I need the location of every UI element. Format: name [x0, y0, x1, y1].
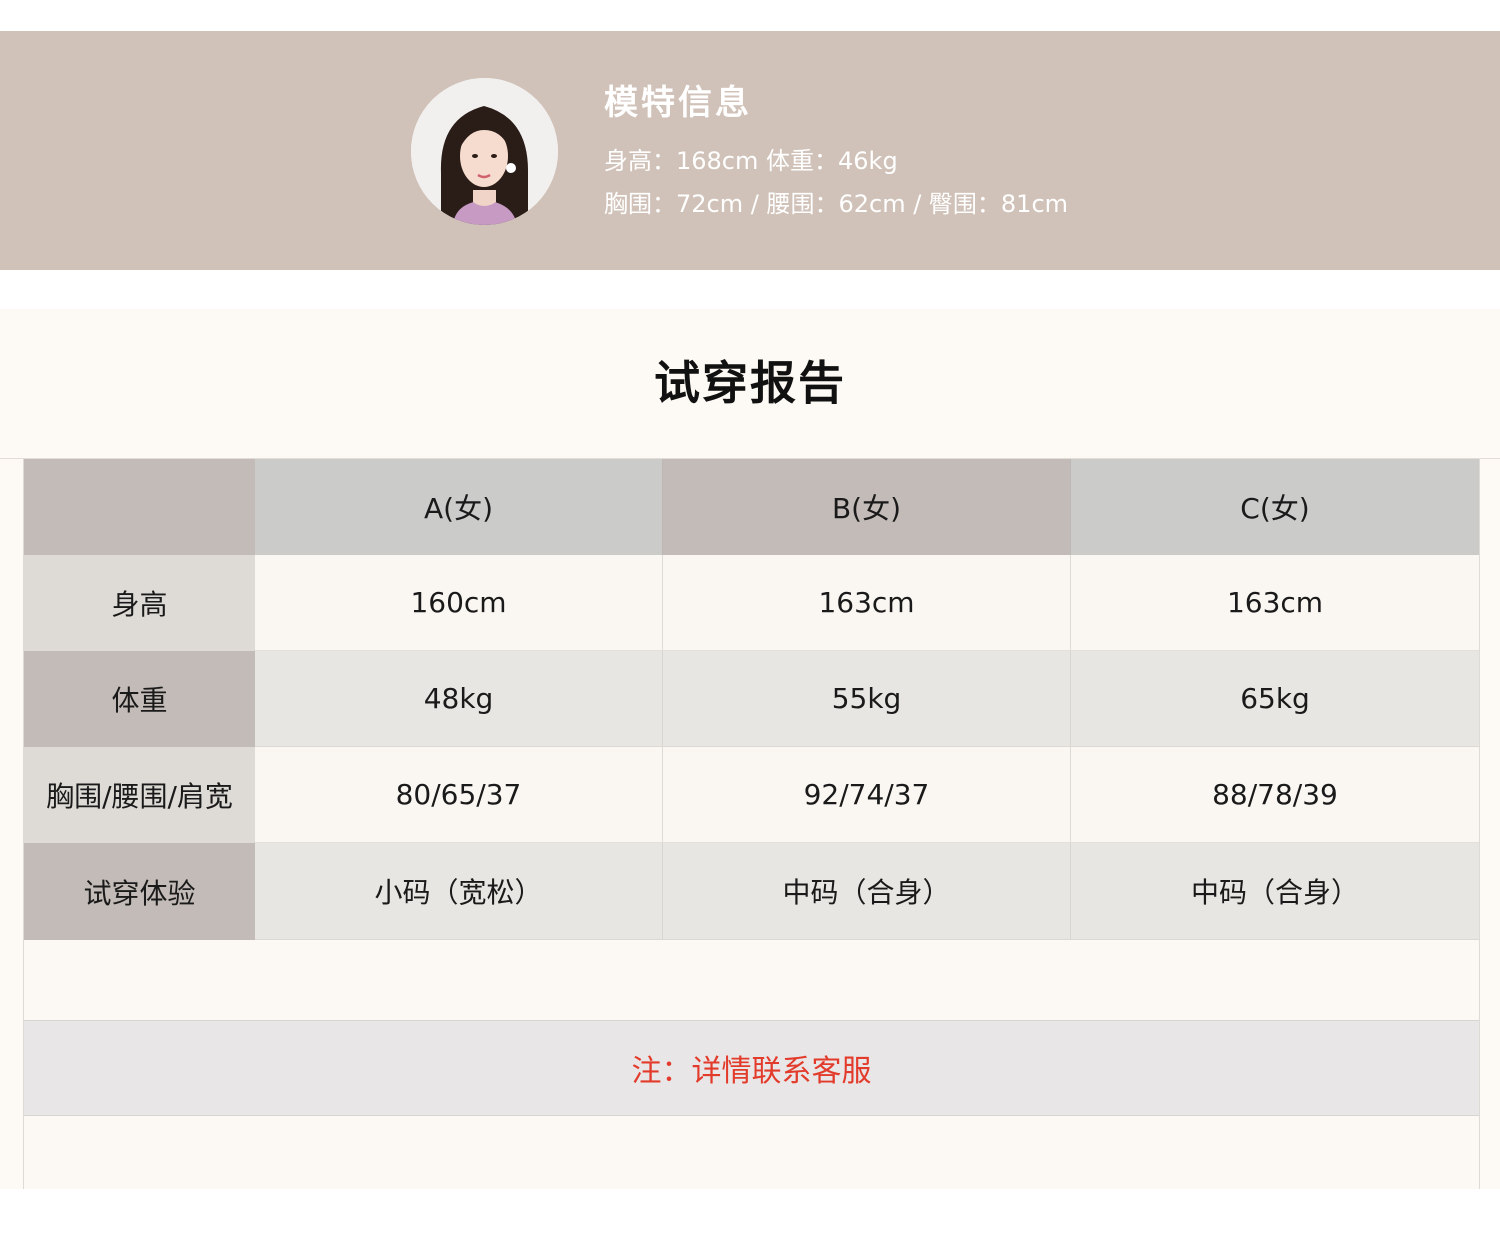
fitting-table: A(女) B(女) C(女) 身高 160cm 163cm 163cm 体重 4… [23, 459, 1480, 1189]
fitting-report: 试穿报告 A(女) B(女) C(女) 身高 160cm 163cm 163cm… [0, 309, 1500, 1189]
table-header-a: A(女) [255, 459, 663, 555]
row-label-height: 身高 [24, 555, 255, 651]
model-measurements: 胸围：72cm / 腰围：62cm / 臀围：81cm [604, 190, 1069, 218]
table-cell: 163cm [663, 555, 1071, 651]
table-cell: 88/78/39 [1071, 747, 1479, 843]
row-label-experience: 试穿体验 [24, 843, 255, 940]
model-info-banner: 模特信息 身高：168cm 体重：46kg 胸围：72cm / 腰围：62cm … [0, 31, 1500, 270]
row-label-weight: 体重 [24, 651, 255, 747]
model-avatar [411, 78, 558, 225]
table-cell: 65kg [1071, 651, 1479, 747]
table-cell: 163cm [1071, 555, 1479, 651]
model-portrait-icon [411, 78, 558, 225]
model-height-weight: 身高：168cm 体重：46kg [604, 147, 898, 175]
table-cell: 92/74/37 [663, 747, 1071, 843]
table-cell: 小码（宽松） [255, 843, 663, 940]
table-cell: 中码（合身） [1071, 843, 1479, 940]
report-title: 试穿报告 [654, 356, 846, 410]
table-cell: 80/65/37 [255, 747, 663, 843]
table-cell: 160cm [255, 555, 663, 651]
contact-note: 注：详情联系客服 [24, 1020, 1479, 1116]
table-cell: 中码（合身） [663, 843, 1071, 940]
model-info-title: 模特信息 [604, 83, 752, 123]
row-label-measurements: 胸围/腰围/肩宽 [24, 747, 255, 843]
table-header-b: B(女) [663, 459, 1071, 555]
table-header-c: C(女) [1071, 459, 1479, 555]
table-cell: 55kg [663, 651, 1071, 747]
table-cell: 48kg [255, 651, 663, 747]
table-header-corner [24, 459, 255, 555]
